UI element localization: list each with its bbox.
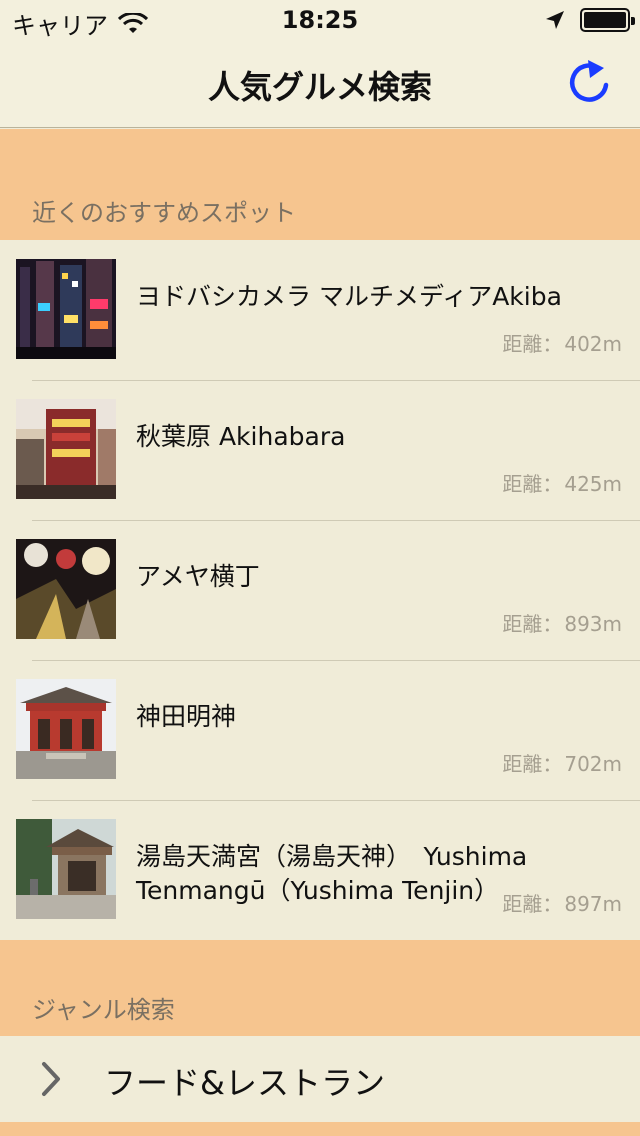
spot-thumbnail <box>16 399 116 499</box>
page-title: 人気グルメ検索 <box>207 68 432 106</box>
distance-value: 425m <box>564 472 622 496</box>
distance-value: 893m <box>564 612 622 636</box>
section-header-genre: ジャンル検索 <box>32 996 175 1024</box>
spot-row[interactable]: 秋葉原 Akihabara 距離： 425m <box>0 380 640 520</box>
spot-row[interactable]: 湯島天満宮（湯島天神） Yushima Tenmangū（Yushima Ten… <box>0 800 640 940</box>
spot-distance: 距離： 425m <box>502 468 622 497</box>
spot-name: 秋葉原 Akihabara <box>136 422 346 451</box>
chevron-right-icon <box>42 1062 60 1096</box>
battery-icon <box>580 8 635 32</box>
spot-thumbnail <box>16 259 116 359</box>
navigation-bar: 人気グルメ検索 <box>0 40 640 128</box>
status-bar: キャリア 18:25 <box>0 0 640 40</box>
spot-list: ヨドバシカメラ マルチメディアAkiba 距離： 402m 秋葉原 Akihaba… <box>0 240 640 940</box>
section-band-genre: ジャンル検索 <box>0 940 640 1036</box>
distance-label: 距離： <box>502 752 563 776</box>
distance-label: 距離： <box>502 332 563 356</box>
spot-thumbnail <box>16 679 116 779</box>
spot-thumbnail <box>16 539 116 639</box>
distance-label: 距離： <box>502 472 563 496</box>
status-right <box>544 8 635 32</box>
refresh-icon[interactable] <box>566 58 612 106</box>
spot-name: 神田明神 <box>136 702 237 731</box>
genre-row-food[interactable]: フード&レストラン <box>0 1036 640 1122</box>
section-band-nearby: 近くのおすすめスポット <box>0 129 640 240</box>
genre-label: フード&レストラン <box>104 1064 385 1102</box>
spot-distance: 距離： 893m <box>502 608 622 637</box>
distance-value: 897m <box>564 892 622 916</box>
distance-label: 距離： <box>502 892 563 916</box>
location-arrow-icon <box>546 11 564 29</box>
spot-row[interactable]: 神田明神 距離： 702m <box>0 660 640 800</box>
spot-name: ヨドバシカメラ マルチメディアAkiba <box>136 282 562 311</box>
spot-thumbnail <box>16 819 116 919</box>
section-band-bottom <box>0 1122 640 1136</box>
distance-value: 702m <box>564 752 622 776</box>
spot-distance: 距離： 702m <box>502 748 622 777</box>
spot-row[interactable]: ヨドバシカメラ マルチメディアAkiba 距離： 402m <box>0 240 640 380</box>
spot-distance: 距離： 402m <box>502 328 622 357</box>
spot-name: アメヤ横丁 <box>136 562 260 591</box>
spot-distance: 距離： 897m <box>502 888 622 917</box>
distance-value: 402m <box>564 332 622 356</box>
distance-label: 距離： <box>502 612 563 636</box>
spot-row[interactable]: アメヤ横丁 距離： 893m <box>0 520 640 660</box>
section-header-nearby: 近くのおすすめスポット <box>32 199 296 227</box>
